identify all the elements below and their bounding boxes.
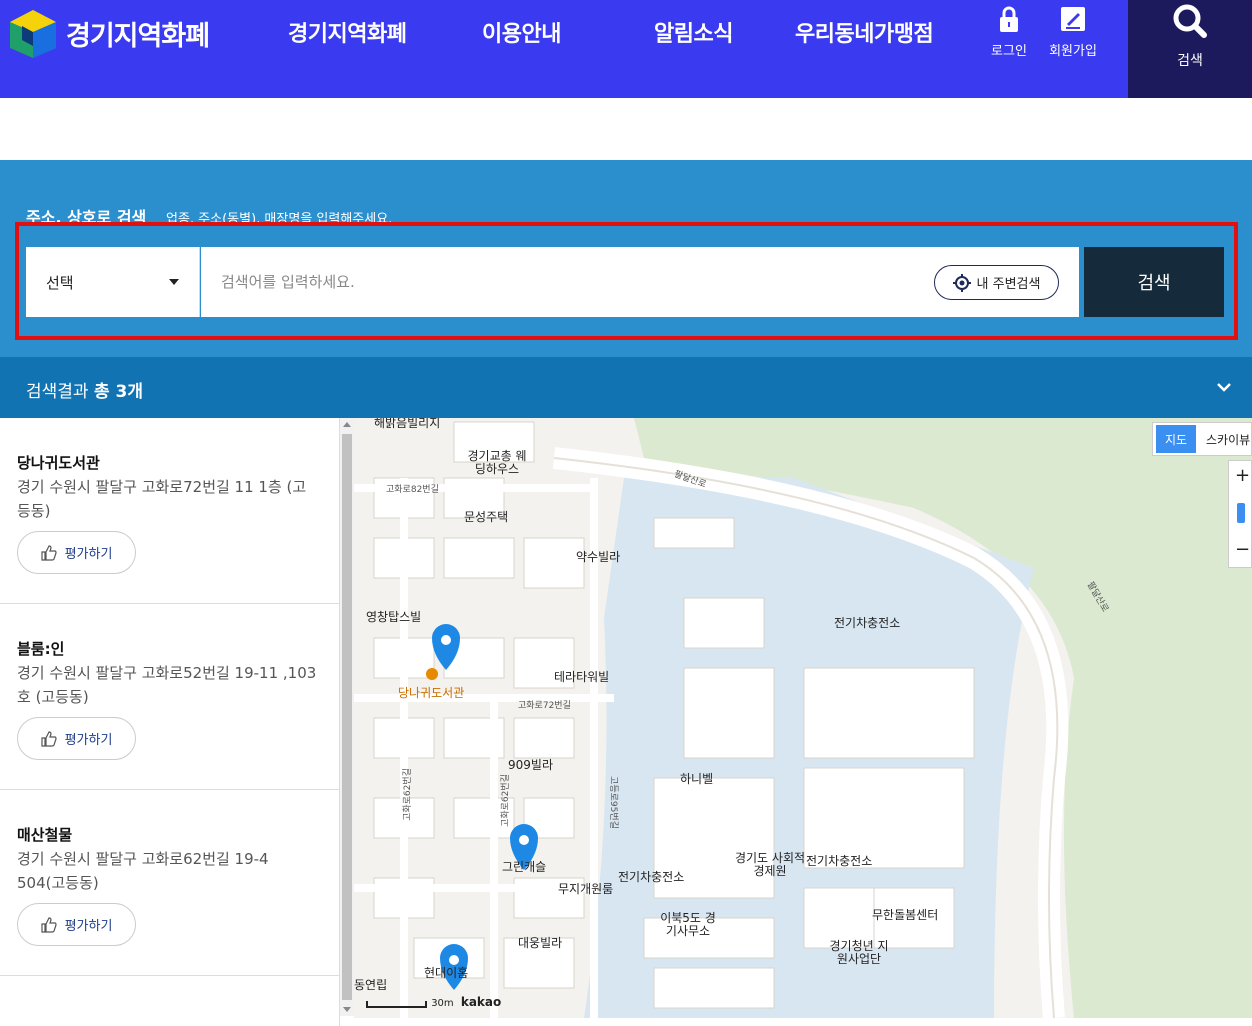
category-select-value: 선택 [46,274,74,292]
list-scrollbar[interactable] [340,418,354,1016]
list-item[interactable]: 당나귀도서관 경기 수원시 팔달구 고화로72번길 11 1층 (고등동) 평가… [0,418,340,604]
list-item[interactable]: 매산철물 경기 수원시 팔달구 고화로62번길 19-4 504(고등동) 평가… [0,790,340,976]
result-count: 총 3개 [93,382,143,402]
map-label: 경기청년 지원사업단 [829,939,889,966]
rate-button[interactable]: 평가하기 [17,531,136,574]
store-name: 매산철물 [17,826,73,844]
map-label: 영창탑스빌 [366,610,422,624]
thumbs-up-icon [40,916,57,933]
map-label: 경기도 사회적경제원 [734,851,806,878]
scale-bar-icon [366,1001,427,1008]
nav-gyeonggi-currency[interactable]: 경기지역화폐 [288,16,407,48]
nav-usage-guide[interactable]: 이용안내 [482,16,561,48]
scroll-down-icon[interactable] [343,1007,351,1012]
map-label: 전기차충전소 [834,616,901,630]
store-address: 경기 수원시 팔달구 고화로62번길 19-4 504(고등동) [17,850,269,892]
logo-mark-icon [10,10,56,58]
nav-notices[interactable]: 알림소식 [654,16,733,48]
map-label: 해밝음빌리지 [374,418,441,430]
rate-label: 평가하기 [64,919,113,934]
login-link[interactable]: 로그인 [979,4,1039,59]
zoom-control[interactable]: + − [1228,460,1252,568]
header-search-button[interactable]: 검색 [1128,0,1252,98]
zoom-in-button[interactable]: + [1235,465,1250,486]
location-target-icon [952,273,971,292]
logo[interactable]: 경기지역화폐 [6,6,210,60]
store-address: 경기 수원시 팔달구 고화로72번길 11 1층 (고등동) [17,478,307,520]
rate-button[interactable]: 평가하기 [17,903,136,946]
map-label: 무지개원룸 [558,882,614,896]
category-select[interactable]: 선택 [26,247,200,317]
nearby-search-button[interactable]: 내 주변검색 [934,265,1059,300]
map-label: 하니벨 [680,772,714,786]
map-label: 약수빌라 [576,550,621,564]
result-prefix: 검색결과 [26,382,89,402]
map-label: 전기차충전소 [806,854,873,868]
signup-link[interactable]: 회원가입 [1043,4,1103,59]
rate-label: 평가하기 [64,733,113,748]
store-name: 블룸:인 [17,640,65,658]
search-submit-button[interactable]: 검색 [1084,247,1224,317]
search-panel: 주소, 상호로 검색 업종, 주소(동별), 매장명을 입력해주세요. 선택 내… [0,160,1252,357]
map-label: 대웅빌라 [518,936,563,950]
map-label: 당나귀도서관 [398,686,465,700]
rate-label: 평가하기 [64,547,113,562]
map-label: 고화로72번길 [518,701,571,711]
map-type-skyview[interactable]: 스카이뷰 [1206,431,1250,448]
result-list: 당나귀도서관 경기 수원시 팔달구 고화로72번길 11 1층 (고등동) 평가… [0,418,340,1026]
scroll-thumb[interactable] [342,434,352,1000]
result-summary: 검색결과 총 3개 [26,377,143,402]
map-scale: 30m kakao [366,995,501,1009]
map-label: 고화로62번길 [402,768,413,821]
lock-icon [1000,6,1018,32]
nearby-search-label: 내 주변검색 [976,277,1041,292]
search-icon [1173,4,1207,38]
zoom-out-button[interactable]: − [1235,539,1250,560]
thumbs-up-icon [40,730,57,747]
map[interactable]: 해밝음빌리지 경기교총 웨딩하우스 고화로82번길 문성주택 약수빌라 팔달산로… [354,418,1252,1018]
list-item[interactable]: 블룸:인 경기 수원시 팔달구 고화로52번길 19-11 ,103호 (고등동… [0,604,340,790]
login-label: 로그인 [991,44,1027,59]
scale-label: 30m [431,998,454,1009]
map-label: 고화로62번길 [500,774,511,827]
chevron-down-icon[interactable] [1216,379,1232,395]
nav-local-merchants[interactable]: 우리동네가맹점 [795,16,934,48]
signup-label: 회원가입 [1049,44,1097,59]
map-label: 909빌라 [508,758,553,772]
map-label: 문성주택 [464,510,509,524]
rate-button[interactable]: 평가하기 [17,717,136,760]
map-label: 전기차충전소 [618,870,685,884]
map-label: 고화로82번길 [386,485,439,495]
map-brand: kakao [460,995,502,1009]
thumbs-up-icon [40,544,57,561]
map-type-toggle[interactable]: 지도 스카이뷰 [1152,422,1252,456]
map-label: 경기교총 웨딩하우스 [467,449,527,476]
header-search-label: 검색 [1177,53,1203,69]
store-name: 당나귀도서관 [17,454,100,472]
pen-icon [1061,7,1085,31]
logo-text: 경기지역화폐 [66,20,210,52]
map-label: 이북5도 경기사무소 [660,911,716,938]
map-label: 테라타워빌 [554,670,610,684]
map-label: 고등로95번길 [607,776,618,829]
map-label: 현대이홈 [424,966,469,980]
zoom-slider[interactable] [1237,503,1245,523]
map-label: 그린캐슬 [502,860,547,874]
store-address: 경기 수원시 팔달구 고화로52번길 19-11 ,103호 (고등동) [17,664,317,706]
header: 경기지역화폐 경기지역화폐 이용안내 알림소식 우리동네가맹점 로그인 회원가입… [0,0,1252,98]
result-bar[interactable]: 검색결과 총 3개 [0,357,1252,418]
map-label: 무한돌봄센터 [872,908,939,922]
scroll-up-icon[interactable] [343,422,351,427]
map-type-map[interactable]: 지도 [1156,425,1196,453]
map-label: 동연립 [354,978,388,992]
chevron-down-icon [169,279,179,285]
